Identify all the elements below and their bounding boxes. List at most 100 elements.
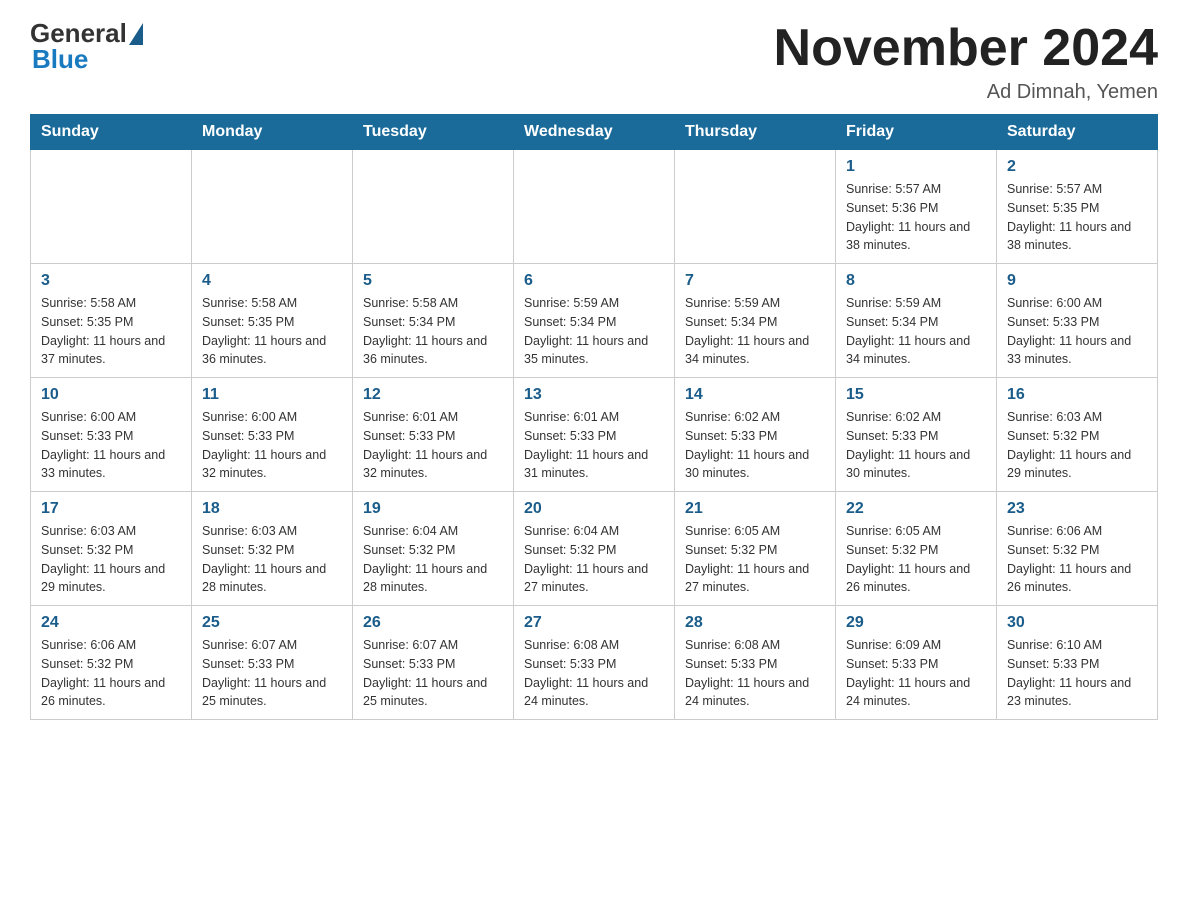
day-number: 24	[41, 614, 181, 632]
day-info: Sunrise: 6:00 AM Sunset: 5:33 PM Dayligh…	[41, 408, 181, 483]
weekday-header-saturday: Saturday	[997, 115, 1158, 150]
day-number: 3	[41, 272, 181, 290]
day-number: 29	[846, 614, 986, 632]
day-number: 8	[846, 272, 986, 290]
calendar-cell: 19 Sunrise: 6:04 AM Sunset: 5:32 PM Dayli…	[353, 492, 514, 606]
calendar-cell: 28Sunrise: 6:08 AM Sunset: 5:33 PM Dayli…	[675, 606, 836, 720]
calendar-cell: 18Sunrise: 6:03 AM Sunset: 5:32 PM Dayli…	[192, 492, 353, 606]
logo-triangle-icon	[129, 23, 143, 45]
day-info: Sunrise: 6:01 AM Sunset: 5:33 PM Dayligh…	[363, 408, 503, 483]
day-number: 19	[363, 500, 503, 518]
day-info: Sunrise: 6:03 AM Sunset: 5:32 PM Dayligh…	[202, 522, 342, 597]
day-number: 5	[363, 272, 503, 290]
day-number: 16	[1007, 386, 1147, 404]
day-number: 26	[363, 614, 503, 632]
calendar-cell: 26 Sunrise: 6:07 AM Sunset: 5:33 PM Dayli…	[353, 606, 514, 720]
calendar-cell: 2 Sunrise: 5:57 AM Sunset: 5:35 PM Daylig…	[997, 150, 1158, 264]
day-info: Sunrise: 5:59 AM Sunset: 5:34 PM Dayligh…	[846, 294, 986, 369]
day-number: 14	[685, 386, 825, 404]
day-number: 2	[1007, 158, 1147, 176]
day-number: 10	[41, 386, 181, 404]
calendar-cell	[514, 150, 675, 264]
calendar-cell: 13 Sunrise: 6:01 AM Sunset: 5:33 PM Dayli…	[514, 378, 675, 492]
weekday-header-row: SundayMondayTuesdayWednesdayThursdayFrid…	[31, 115, 1158, 150]
day-info: Sunrise: 6:05 AM Sunset: 5:32 PM Dayligh…	[685, 522, 825, 597]
day-info: Sunrise: 6:09 AM Sunset: 5:33 PM Dayligh…	[846, 636, 986, 711]
day-number: 15	[846, 386, 986, 404]
calendar-cell	[31, 150, 192, 264]
day-info: Sunrise: 6:06 AM Sunset: 5:32 PM Dayligh…	[41, 636, 181, 711]
calendar-table: SundayMondayTuesdayWednesdayThursdayFrid…	[30, 114, 1158, 720]
day-info: Sunrise: 6:06 AM Sunset: 5:32 PM Dayligh…	[1007, 522, 1147, 597]
day-info: Sunrise: 6:07 AM Sunset: 5:33 PM Dayligh…	[363, 636, 503, 711]
day-info: Sunrise: 6:02 AM Sunset: 5:33 PM Dayligh…	[685, 408, 825, 483]
month-title: November 2024	[774, 20, 1158, 77]
day-info: Sunrise: 6:07 AM Sunset: 5:33 PM Dayligh…	[202, 636, 342, 711]
calendar-cell: 29 Sunrise: 6:09 AM Sunset: 5:33 PM Dayli…	[836, 606, 997, 720]
day-number: 17	[41, 500, 181, 518]
day-number: 11	[202, 386, 342, 404]
day-info: Sunrise: 5:57 AM Sunset: 5:35 PM Dayligh…	[1007, 180, 1147, 255]
page-header: General Blue November 2024 Ad Dimnah, Ye…	[30, 20, 1158, 104]
day-number: 20	[524, 500, 664, 518]
week-row-5: 24 Sunrise: 6:06 AM Sunset: 5:32 PM Dayli…	[31, 606, 1158, 720]
day-info: Sunrise: 6:03 AM Sunset: 5:32 PM Dayligh…	[1007, 408, 1147, 483]
day-info: Sunrise: 5:58 AM Sunset: 5:35 PM Dayligh…	[202, 294, 342, 369]
calendar-cell: 14 Sunrise: 6:02 AM Sunset: 5:33 PM Dayli…	[675, 378, 836, 492]
day-number: 21	[685, 500, 825, 518]
calendar-cell: 3 Sunrise: 5:58 AM Sunset: 5:35 PM Daylig…	[31, 264, 192, 378]
day-info: Sunrise: 6:02 AM Sunset: 5:33 PM Dayligh…	[846, 408, 986, 483]
calendar-cell: 4 Sunrise: 5:58 AM Sunset: 5:35 PM Daylig…	[192, 264, 353, 378]
day-info: Sunrise: 5:58 AM Sunset: 5:34 PM Dayligh…	[363, 294, 503, 369]
calendar-cell: 24 Sunrise: 6:06 AM Sunset: 5:32 PM Dayli…	[31, 606, 192, 720]
logo-general-text: General	[30, 20, 127, 46]
calendar-cell: 6Sunrise: 5:59 AM Sunset: 5:34 PM Daylig…	[514, 264, 675, 378]
day-info: Sunrise: 6:05 AM Sunset: 5:32 PM Dayligh…	[846, 522, 986, 597]
calendar-cell: 1Sunrise: 5:57 AM Sunset: 5:36 PM Daylig…	[836, 150, 997, 264]
calendar-cell: 17 Sunrise: 6:03 AM Sunset: 5:32 PM Dayli…	[31, 492, 192, 606]
weekday-header-tuesday: Tuesday	[353, 115, 514, 150]
day-number: 13	[524, 386, 664, 404]
calendar-cell: 9 Sunrise: 6:00 AM Sunset: 5:33 PM Daylig…	[997, 264, 1158, 378]
calendar-cell: 30Sunrise: 6:10 AM Sunset: 5:33 PM Dayli…	[997, 606, 1158, 720]
title-section: November 2024 Ad Dimnah, Yemen	[774, 20, 1158, 104]
logo: General Blue	[30, 20, 143, 73]
day-number: 7	[685, 272, 825, 290]
calendar-cell: 12 Sunrise: 6:01 AM Sunset: 5:33 PM Dayli…	[353, 378, 514, 492]
day-number: 22	[846, 500, 986, 518]
week-row-3: 10 Sunrise: 6:00 AM Sunset: 5:33 PM Dayli…	[31, 378, 1158, 492]
day-info: Sunrise: 6:01 AM Sunset: 5:33 PM Dayligh…	[524, 408, 664, 483]
calendar-cell: 25Sunrise: 6:07 AM Sunset: 5:33 PM Dayli…	[192, 606, 353, 720]
day-number: 28	[685, 614, 825, 632]
weekday-header-thursday: Thursday	[675, 115, 836, 150]
weekday-header-wednesday: Wednesday	[514, 115, 675, 150]
calendar-cell: 7 Sunrise: 5:59 AM Sunset: 5:34 PM Daylig…	[675, 264, 836, 378]
day-info: Sunrise: 5:57 AM Sunset: 5:36 PM Dayligh…	[846, 180, 986, 255]
day-info: Sunrise: 5:59 AM Sunset: 5:34 PM Dayligh…	[685, 294, 825, 369]
week-row-4: 17 Sunrise: 6:03 AM Sunset: 5:32 PM Dayli…	[31, 492, 1158, 606]
day-number: 23	[1007, 500, 1147, 518]
day-info: Sunrise: 6:00 AM Sunset: 5:33 PM Dayligh…	[1007, 294, 1147, 369]
calendar-cell	[675, 150, 836, 264]
day-info: Sunrise: 6:04 AM Sunset: 5:32 PM Dayligh…	[363, 522, 503, 597]
calendar-cell: 21 Sunrise: 6:05 AM Sunset: 5:32 PM Dayli…	[675, 492, 836, 606]
calendar-cell: 23 Sunrise: 6:06 AM Sunset: 5:32 PM Dayli…	[997, 492, 1158, 606]
calendar-cell: 10 Sunrise: 6:00 AM Sunset: 5:33 PM Dayli…	[31, 378, 192, 492]
calendar-cell: 11Sunrise: 6:00 AM Sunset: 5:33 PM Dayli…	[192, 378, 353, 492]
day-number: 12	[363, 386, 503, 404]
day-number: 9	[1007, 272, 1147, 290]
logo-blue-text: Blue	[32, 44, 88, 74]
week-row-1: 1Sunrise: 5:57 AM Sunset: 5:36 PM Daylig…	[31, 150, 1158, 264]
day-info: Sunrise: 6:03 AM Sunset: 5:32 PM Dayligh…	[41, 522, 181, 597]
calendar-cell: 5 Sunrise: 5:58 AM Sunset: 5:34 PM Daylig…	[353, 264, 514, 378]
calendar-cell: 27Sunrise: 6:08 AM Sunset: 5:33 PM Dayli…	[514, 606, 675, 720]
calendar-cell	[192, 150, 353, 264]
day-info: Sunrise: 5:58 AM Sunset: 5:35 PM Dayligh…	[41, 294, 181, 369]
day-number: 4	[202, 272, 342, 290]
week-row-2: 3 Sunrise: 5:58 AM Sunset: 5:35 PM Daylig…	[31, 264, 1158, 378]
weekday-header-friday: Friday	[836, 115, 997, 150]
calendar-cell: 16 Sunrise: 6:03 AM Sunset: 5:32 PM Dayli…	[997, 378, 1158, 492]
calendar-cell	[353, 150, 514, 264]
calendar-cell: 20Sunrise: 6:04 AM Sunset: 5:32 PM Dayli…	[514, 492, 675, 606]
location-subtitle: Ad Dimnah, Yemen	[774, 81, 1158, 104]
